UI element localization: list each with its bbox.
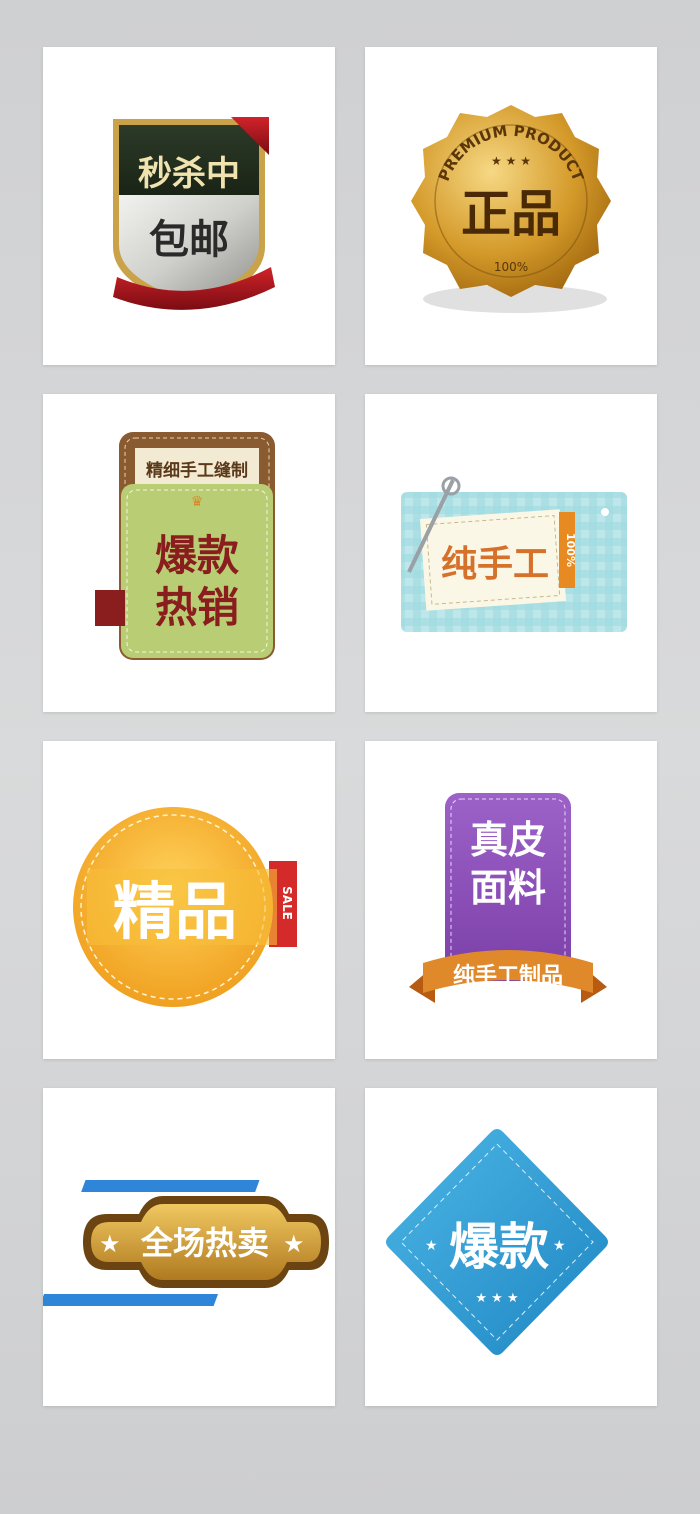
- star-icon-right: ★: [283, 1230, 305, 1258]
- stars-icon: ★ ★ ★: [491, 154, 531, 168]
- leather-tag-badge: 真皮 面料 纯手工制品: [409, 793, 607, 1003]
- round-badge: SALE 精品: [73, 807, 297, 1007]
- sale-strip-text: SALE: [280, 886, 294, 920]
- pocket-line1-text: 爆款: [155, 531, 239, 580]
- blue-diamond-badge: ★ ★ ★ ★ ★ 爆款: [386, 1129, 608, 1355]
- plaid-tag-badge: 100% 纯手工: [401, 476, 627, 632]
- pocket-label-badge: 精细手工缝制 ♛ 爆款 热销: [95, 432, 275, 660]
- pocket-header-text: 精细手工缝制: [146, 460, 248, 481]
- badge-card-hot-item: ★ ★ ★ ★ ★ 爆款: [365, 1088, 657, 1406]
- gold-seal-badge: PREMIUM PRODUCT ★ ★ ★ 正品 100%: [411, 105, 611, 313]
- leather-line1-text: 真皮: [470, 818, 546, 862]
- round-main-text: 精品: [113, 875, 237, 948]
- star-icon-left: ★: [99, 1230, 121, 1258]
- leather-line2-text: 面料: [470, 866, 546, 910]
- plaque-main-text: 全场热卖: [140, 1224, 269, 1262]
- star-icon-left: ★: [425, 1238, 438, 1254]
- pocket-line2-text: 热销: [155, 583, 239, 632]
- page: { "badges": { "b1": {"top": "秒杀中", "bott…: [0, 0, 700, 1514]
- badge-card-free-shipping: 秒杀中 包邮: [43, 47, 335, 365]
- shield-badge: 秒杀中 包邮: [113, 117, 275, 310]
- badge-card-premium: SALE 精品: [43, 741, 335, 1059]
- badge-card-genuine: PREMIUM PRODUCT ★ ★ ★ 正品 100%: [365, 47, 657, 365]
- three-stars-icon: ★ ★ ★: [475, 1291, 518, 1306]
- crown-icon: ♛: [191, 494, 204, 510]
- seal-main-text: 正品: [461, 185, 561, 243]
- tag-side-text: 100%: [564, 533, 577, 567]
- badge-card-leather: 真皮 面料 纯手工制品: [365, 741, 657, 1059]
- tag-main-text: 纯手工: [441, 544, 549, 585]
- badge-card-hot-sale: ★ ★ 全场热卖: [43, 1088, 335, 1406]
- gold-plaque-badge: ★ ★ 全场热卖: [43, 1180, 329, 1306]
- badge-bottom-text: 包邮: [149, 217, 229, 263]
- badge-card-bestseller: 精细手工缝制 ♛ 爆款 热销: [43, 394, 335, 712]
- badge-top-text: 秒杀中: [138, 154, 240, 194]
- seal-percent-text: 100%: [494, 260, 528, 274]
- leather-ribbon-text: 纯手工制品: [453, 963, 563, 989]
- badge-card-handmade: 100% 纯手工: [365, 394, 657, 712]
- diamond-main-text: 爆款: [449, 1218, 549, 1276]
- star-icon-right: ★: [553, 1238, 566, 1254]
